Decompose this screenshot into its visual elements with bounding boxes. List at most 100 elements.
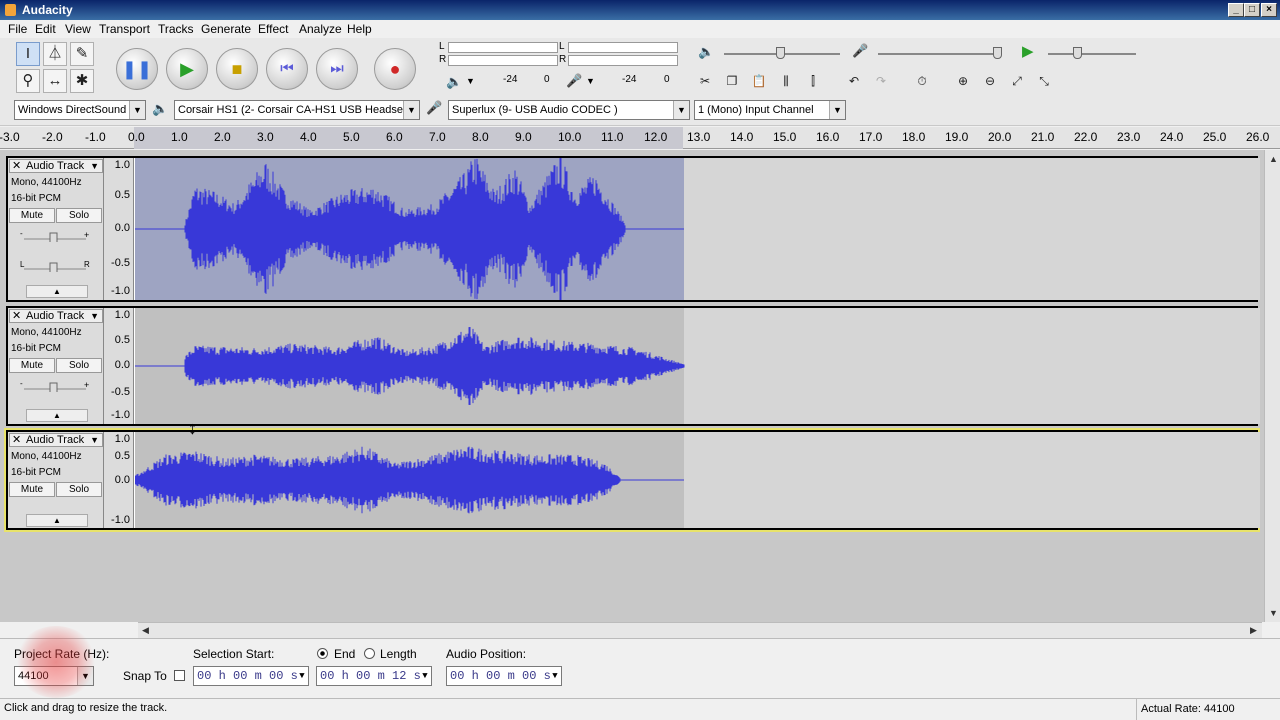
selection-end-time[interactable]: 00 h 00 m 12 s ▼ bbox=[316, 666, 432, 686]
chevron-down-icon[interactable]: ▼ bbox=[90, 310, 99, 322]
channels-select[interactable]: 1 (Mono) Input Channel ▼ bbox=[694, 100, 846, 120]
chevron-down-icon[interactable]: ▼ bbox=[586, 76, 595, 86]
audio-track-2[interactable]: ✕ Audio Track ▼ Mono, 44100Hz 16-bit PCM… bbox=[6, 306, 1260, 426]
speaker-icon[interactable]: 🔈 bbox=[446, 74, 462, 90]
menu-file[interactable]: File bbox=[8, 22, 27, 36]
playback-device-select[interactable]: Corsair HS1 (2- Corsair CA-HS1 USB Heads… bbox=[174, 100, 420, 120]
scroll-right-icon[interactable]: ▶ bbox=[1250, 625, 1257, 636]
menu-help[interactable]: Help bbox=[347, 22, 372, 36]
input-volume-slider[interactable] bbox=[878, 53, 1002, 55]
collapse-track-button[interactable]: ▲ bbox=[26, 514, 88, 527]
audio-position-time[interactable]: 00 h 00 m 00 s ▼ bbox=[446, 666, 562, 686]
track-name-menu[interactable]: ✕ Audio Track ▼ bbox=[9, 433, 103, 447]
vertical-scrollbar[interactable]: ▲ ▼ bbox=[1264, 150, 1280, 622]
skip-end-button[interactable]: ⏭ bbox=[316, 48, 358, 90]
zoom-tool-icon[interactable]: ⚲ bbox=[16, 69, 40, 93]
waveform-area[interactable] bbox=[135, 308, 1260, 424]
track-name-menu[interactable]: ✕ Audio Track ▼ bbox=[9, 309, 103, 323]
minimize-button[interactable]: _ bbox=[1228, 3, 1244, 17]
sync-lock-icon[interactable]: ⏱ bbox=[911, 70, 933, 92]
timeshift-tool-icon[interactable]: ↔ bbox=[43, 69, 67, 93]
gain-slider[interactable]: - + bbox=[20, 230, 90, 242]
collapse-track-button[interactable]: ▲ bbox=[26, 285, 88, 298]
fit-project-icon[interactable]: ⤡ bbox=[1033, 70, 1055, 92]
gain-slider[interactable]: - + bbox=[20, 380, 90, 392]
close-button[interactable]: × bbox=[1261, 3, 1277, 17]
track-control-panel[interactable]: ✕ Audio Track ▼ Mono, 44100Hz 16-bit PCM… bbox=[8, 432, 104, 528]
zoom-out-icon[interactable]: ⊖ bbox=[979, 70, 1001, 92]
horizontal-scrollbar[interactable]: ◀ ▶ bbox=[138, 622, 1262, 638]
paste-icon[interactable]: 📋 bbox=[748, 70, 770, 92]
record-button[interactable]: ● bbox=[374, 48, 416, 90]
selection-start-time[interactable]: 00 h 00 m 00 s ▼ bbox=[193, 666, 309, 686]
recording-device-select[interactable]: Superlux (9- USB Audio CODEC ) ▼ bbox=[448, 100, 690, 120]
scroll-left-icon[interactable]: ◀ bbox=[142, 625, 149, 636]
ruler-tick-label: 15.0 bbox=[773, 130, 797, 144]
menu-analyze[interactable]: Analyze bbox=[299, 22, 342, 36]
solo-button[interactable]: Solo bbox=[56, 482, 102, 497]
waveform-area[interactable] bbox=[135, 432, 1260, 528]
microphone-icon[interactable]: 🎤 bbox=[566, 73, 582, 89]
skip-start-button[interactable]: ⏮ bbox=[266, 48, 308, 90]
undo-icon[interactable]: ↶ bbox=[843, 70, 865, 92]
stop-button[interactable]: ■ bbox=[216, 48, 258, 90]
end-radio[interactable] bbox=[317, 648, 328, 659]
mute-button[interactable]: Mute bbox=[9, 208, 55, 223]
scroll-down-icon[interactable]: ▼ bbox=[1269, 608, 1278, 618]
close-track-icon[interactable]: ✕ bbox=[12, 434, 21, 446]
input-volume-thumb[interactable] bbox=[993, 47, 1002, 59]
chevron-down-icon[interactable]: ▼ bbox=[90, 160, 99, 172]
waveform-area[interactable] bbox=[135, 158, 1260, 300]
chevron-down-icon[interactable]: ▼ bbox=[90, 434, 99, 446]
timeline-ruler[interactable]: -3.0 -2.0 -1.0 0.0 1.0 2.0 3.0 4.0 5.0 6.0 7.0 8.0 9… bbox=[0, 127, 1280, 149]
track-control-panel[interactable]: ✕ Audio Track ▼ Mono, 44100Hz 16-bit PCM… bbox=[8, 158, 104, 300]
fit-selection-icon[interactable]: ⤢ bbox=[1006, 70, 1028, 92]
playback-meter-right[interactable] bbox=[448, 55, 558, 66]
audio-track-1[interactable]: ✕ Audio Track ▼ Mono, 44100Hz 16-bit PCM… bbox=[6, 156, 1260, 302]
mute-button[interactable]: Mute bbox=[9, 482, 55, 497]
play-speed-thumb[interactable] bbox=[1073, 47, 1082, 59]
length-radio[interactable] bbox=[364, 648, 375, 659]
envelope-tool-icon[interactable]: ⏃ bbox=[43, 42, 67, 66]
track-name-menu[interactable]: ✕ Audio Track ▼ bbox=[9, 159, 103, 173]
record-meter-right[interactable] bbox=[568, 55, 678, 66]
pause-button[interactable]: ❚❚ bbox=[116, 48, 158, 90]
pan-slider[interactable]: LR bbox=[20, 260, 90, 272]
selection-tool-icon[interactable]: I bbox=[16, 42, 40, 66]
draw-tool-icon[interactable]: ✎ bbox=[70, 42, 94, 66]
trim-icon[interactable]: ⫼ bbox=[775, 70, 797, 92]
play-at-speed-icon[interactable]: ▶ bbox=[1022, 42, 1034, 60]
solo-button[interactable]: Solo bbox=[56, 358, 102, 373]
menu-edit[interactable]: Edit bbox=[35, 22, 56, 36]
silence-icon[interactable]: ⫿ bbox=[802, 70, 824, 92]
project-rate-select[interactable]: 44100 ▼ bbox=[14, 666, 94, 686]
track-control-panel[interactable]: ✕ Audio Track ▼ Mono, 44100Hz 16-bit PCM… bbox=[8, 308, 104, 424]
menu-tracks[interactable]: Tracks bbox=[158, 22, 194, 36]
menu-effect[interactable]: Effect bbox=[258, 22, 288, 36]
solo-button[interactable]: Solo bbox=[56, 208, 102, 223]
menu-generate[interactable]: Generate bbox=[201, 22, 251, 36]
close-track-icon[interactable]: ✕ bbox=[12, 160, 21, 172]
playback-meter-left[interactable] bbox=[448, 42, 558, 53]
maximize-button[interactable]: □ bbox=[1244, 3, 1260, 17]
zoom-in-icon[interactable]: ⊕ bbox=[952, 70, 974, 92]
audio-track-3[interactable]: ✕ Audio Track ▼ Mono, 44100Hz 16-bit PCM… bbox=[4, 428, 1260, 532]
chevron-down-icon[interactable]: ▼ bbox=[466, 76, 475, 86]
menu-view[interactable]: View bbox=[65, 22, 91, 36]
output-volume-thumb[interactable] bbox=[776, 47, 785, 59]
cut-icon[interactable]: ✂ bbox=[694, 70, 716, 92]
redo-icon[interactable]: ↷ bbox=[870, 70, 892, 92]
mute-button[interactable]: Mute bbox=[9, 358, 55, 373]
audio-host-select[interactable]: Windows DirectSound ▼ bbox=[14, 100, 146, 120]
menu-transport[interactable]: Transport bbox=[99, 22, 150, 36]
snap-to-checkbox[interactable] bbox=[174, 670, 185, 681]
multi-tool-icon[interactable]: ✱ bbox=[70, 69, 94, 93]
scroll-up-icon[interactable]: ▲ bbox=[1269, 154, 1278, 164]
track-panel[interactable]: ✕ Audio Track ▼ Mono, 44100Hz 16-bit PCM… bbox=[0, 150, 1264, 622]
close-track-icon[interactable]: ✕ bbox=[12, 310, 21, 322]
play-button[interactable]: ▶ bbox=[166, 48, 208, 90]
record-meter-left[interactable] bbox=[568, 42, 678, 53]
collapse-track-button[interactable]: ▲ bbox=[26, 409, 88, 422]
play-speed-slider[interactable] bbox=[1048, 53, 1136, 55]
copy-icon[interactable]: ❐ bbox=[721, 70, 743, 92]
